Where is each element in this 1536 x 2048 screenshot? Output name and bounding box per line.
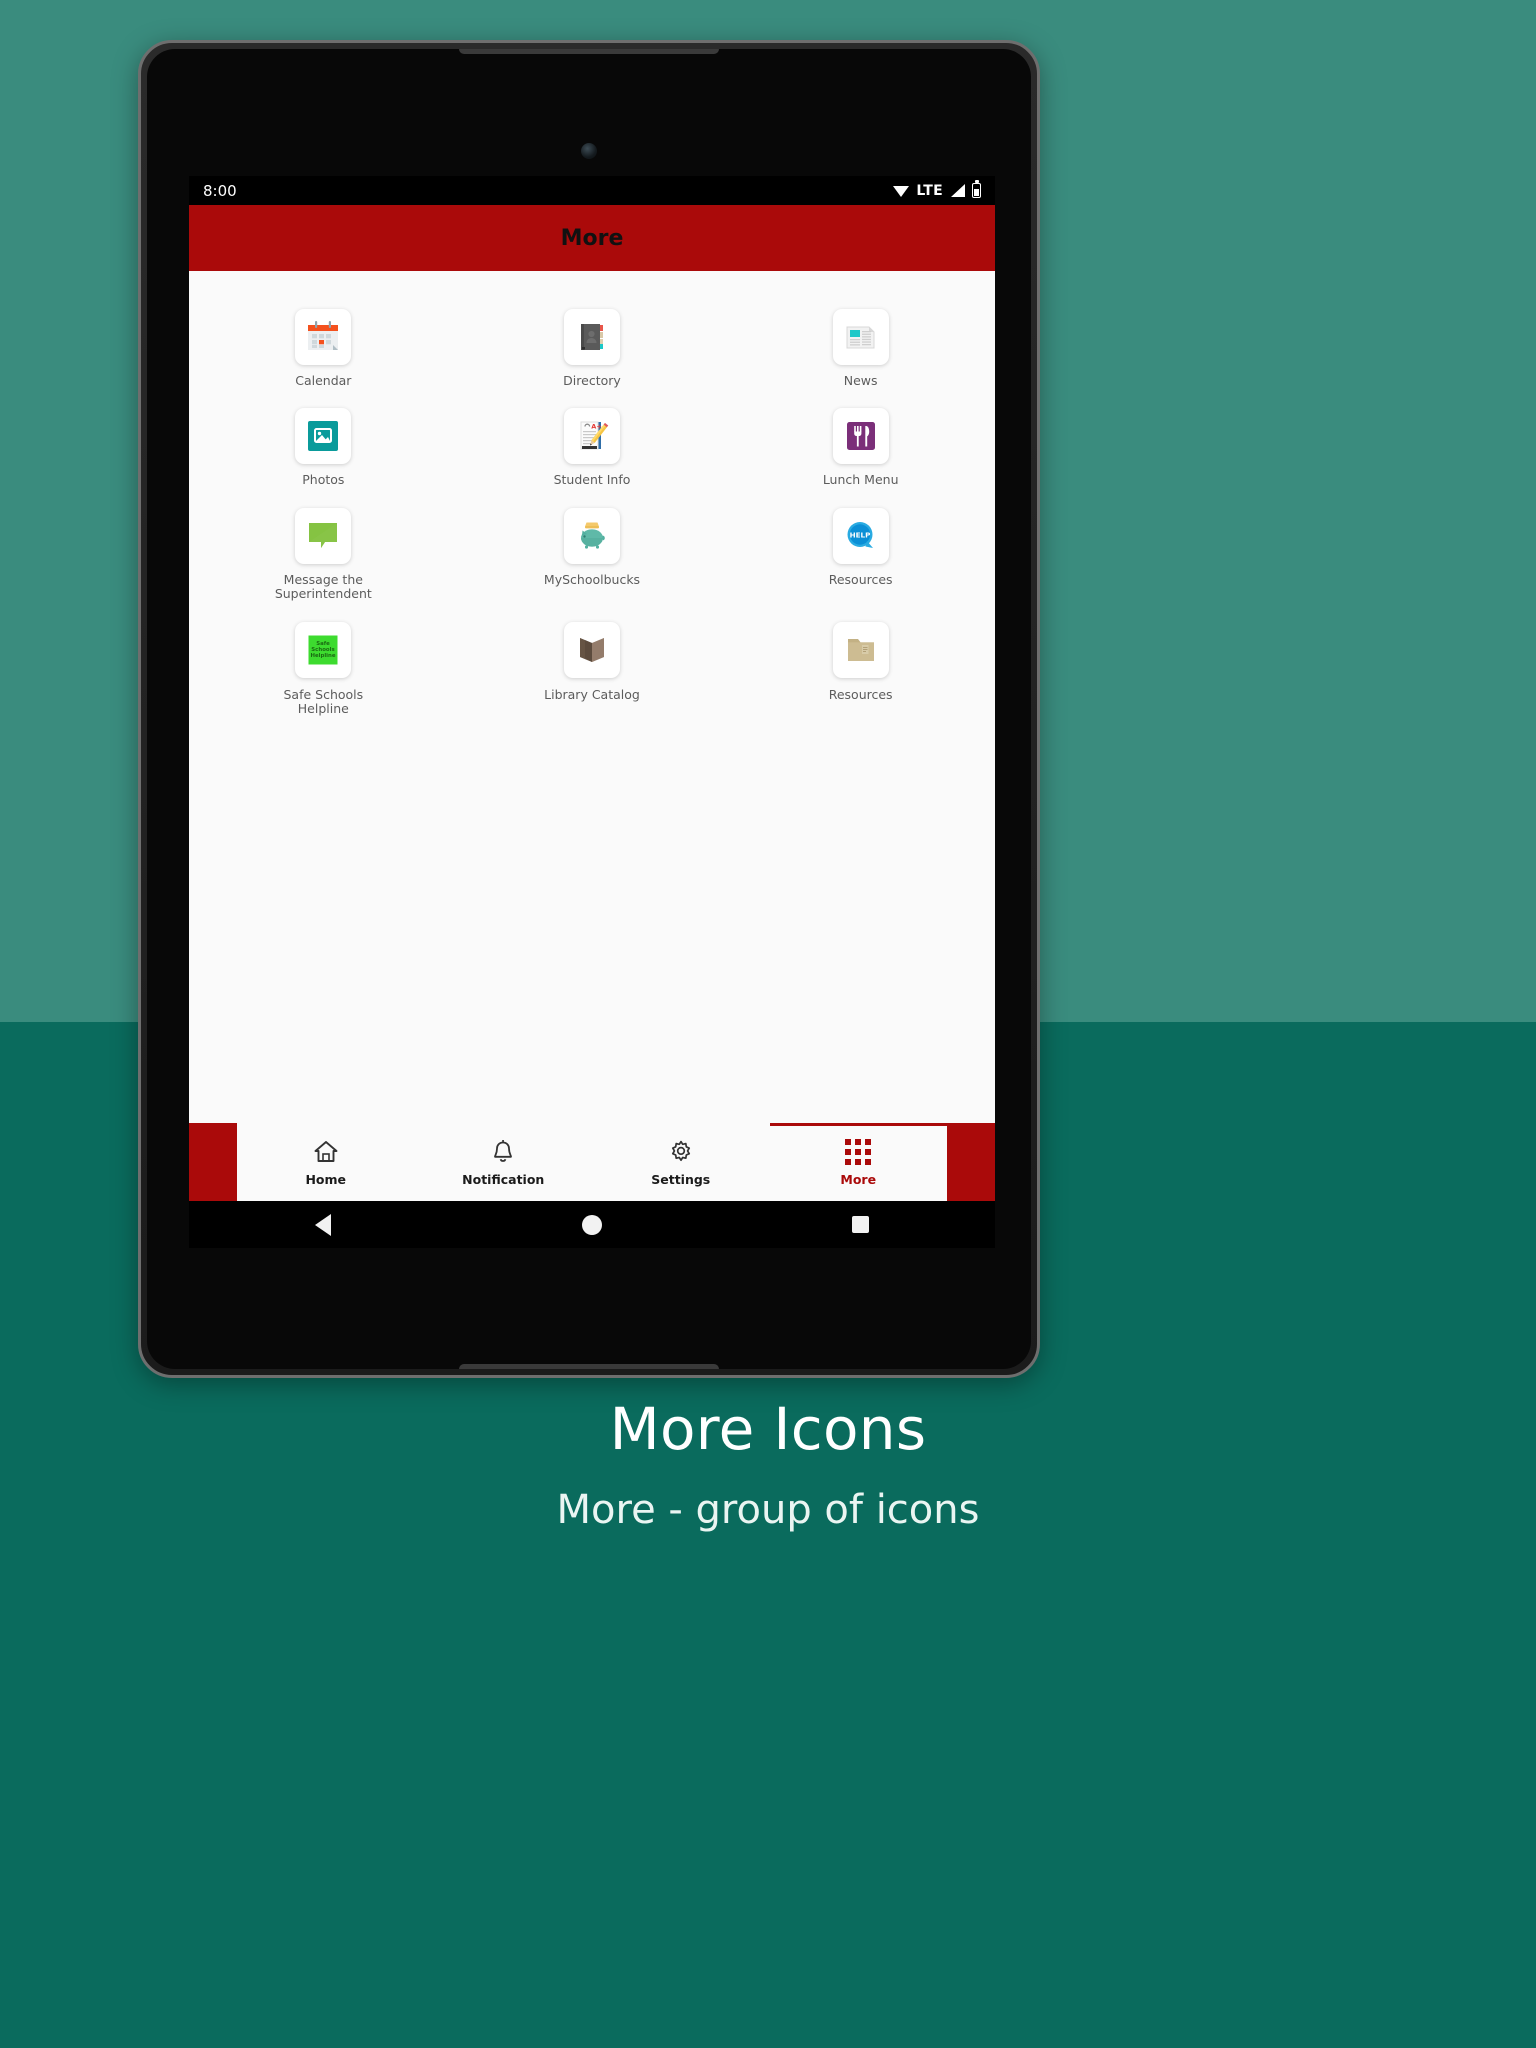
piggy-bank-icon [563, 507, 620, 564]
nav-item-home[interactable]: Home [237, 1123, 415, 1201]
folder-icon [832, 621, 889, 678]
status-time: 8:00 [203, 181, 237, 200]
nav-label: Settings [651, 1172, 711, 1187]
grid-item-label: Safe Schools Helpline [283, 686, 364, 716]
grid-item-calendar[interactable]: Calendar [189, 295, 458, 388]
gear-icon [666, 1137, 696, 1167]
caption-block: More Icons More - group of icons [0, 1395, 1536, 1533]
fork-knife-icon [832, 408, 889, 465]
tablet-device-frame: 8:00 LTE More Calendar Directory News Ph… [138, 40, 1040, 1378]
back-triangle-icon[interactable] [303, 1210, 343, 1240]
grid-item-label: Resources [828, 686, 893, 702]
grid-item-label: Resources [828, 571, 893, 587]
grid-item-student-info[interactable]: A+ Student Info [458, 394, 727, 487]
network-label: LTE [916, 182, 943, 199]
nav-item-settings[interactable]: Settings [592, 1123, 770, 1201]
front-camera [581, 143, 597, 159]
address-book-icon [563, 309, 620, 365]
device-screen: 8:00 LTE More Calendar Directory News Ph… [189, 176, 995, 1248]
grid-item-news[interactable]: News [726, 295, 995, 388]
newspaper-icon [832, 309, 889, 365]
grid-item-label: Lunch Menu [822, 472, 899, 488]
grid-item-library-catalog[interactable]: Library Catalog [458, 608, 727, 717]
android-navigation-bar [189, 1201, 995, 1248]
grid-item-message-superintendent[interactable]: Message the Superintendent [189, 494, 458, 602]
photo-icon [295, 408, 352, 465]
speech-bubble-icon [295, 507, 352, 564]
grid-item-resources-help[interactable]: HELP Resources [726, 494, 995, 602]
page-title: More [560, 225, 624, 251]
bell-icon [488, 1137, 518, 1167]
status-icons: LTE [893, 183, 981, 199]
bottom-navigation-bar: Home Notification Settings More [189, 1123, 995, 1201]
grid-item-label: Directory [563, 373, 621, 388]
nav-item-more[interactable]: More [769, 1123, 947, 1201]
grid-item-label: News [843, 373, 878, 388]
grid-item-label: Library Catalog [544, 686, 640, 702]
grid-item-label: Student Info [553, 472, 631, 488]
wifi-icon [893, 185, 910, 197]
speaker-grill-top [459, 49, 719, 54]
bottom-nav-strip: Home Notification Settings More [237, 1123, 947, 1201]
grid-item-photos[interactable]: Photos [189, 394, 458, 487]
help-bubble-icon: HELP [832, 507, 889, 564]
svg-text:HELP: HELP [849, 530, 870, 539]
caption-subtitle: More - group of icons [556, 1487, 980, 1533]
home-icon [311, 1137, 341, 1167]
recents-square-icon[interactable] [841, 1210, 881, 1240]
grid-item-directory[interactable]: Directory [458, 295, 727, 388]
calendar-icon [295, 309, 352, 365]
signal-icon [950, 184, 965, 197]
nav-label: Notification [462, 1172, 545, 1187]
nav-label: More [840, 1172, 877, 1187]
grid-item-label: Photos [302, 472, 345, 488]
app-icon-grid: Calendar Directory News Photos A+ Studen… [189, 295, 995, 716]
svg-text:Helpline: Helpline [311, 653, 336, 659]
app-bar: More [189, 205, 995, 271]
nav-item-notification[interactable]: Notification [415, 1123, 593, 1201]
grid-item-label: MySchoolbucks [543, 571, 641, 587]
home-circle-icon[interactable] [572, 1210, 612, 1240]
caption-title: More Icons [609, 1395, 927, 1463]
grid-item-myschoolbucks[interactable]: MySchoolbucks [458, 494, 727, 602]
grid-item-safe-schools-helpline[interactable]: Safe Schools Helpline Safe Schools Helpl… [189, 608, 458, 717]
status-bar: 8:00 LTE [189, 176, 995, 205]
grid-item-resources-folder[interactable]: Resources [726, 608, 995, 717]
grid-dots-icon [843, 1137, 873, 1167]
grid-item-label: Message the Superintendent [274, 571, 372, 602]
more-grid-content: Calendar Directory News Photos A+ Studen… [189, 271, 995, 1123]
speaker-grill-bottom [459, 1364, 719, 1369]
grid-item-lunch-menu[interactable]: Lunch Menu [726, 394, 995, 487]
nav-label: Home [305, 1172, 347, 1187]
open-book-icon [563, 621, 620, 678]
safe-schools-helpline-icon: Safe Schools Helpline [295, 621, 352, 678]
grid-item-label: Calendar [295, 373, 352, 388]
battery-icon [972, 183, 981, 198]
report-card-icon: A+ [563, 408, 620, 465]
